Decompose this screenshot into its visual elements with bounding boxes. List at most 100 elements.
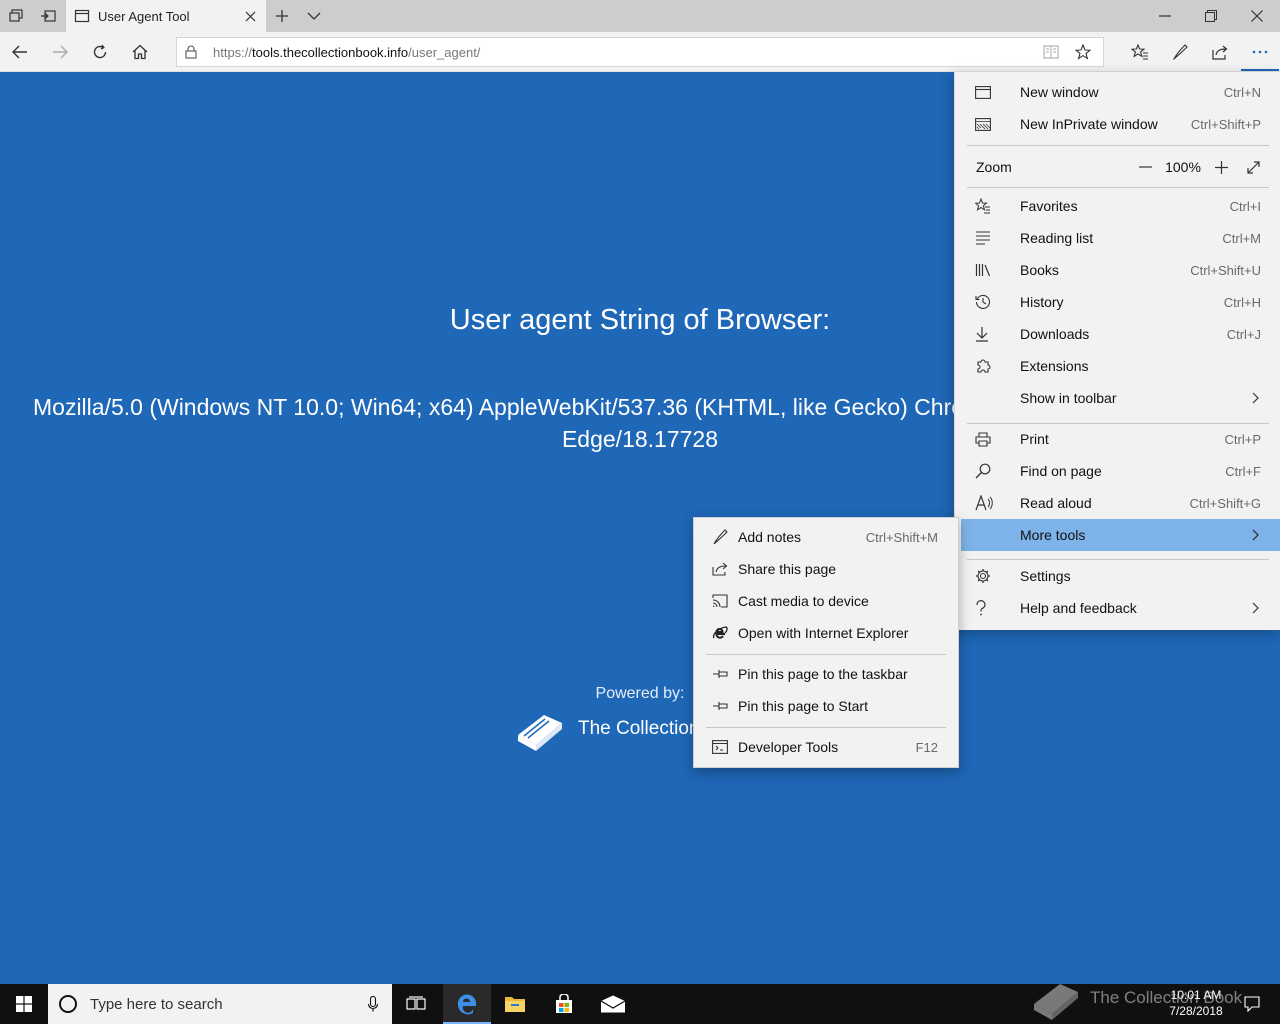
menu-separator [967, 187, 1269, 188]
add-to-favorites-star-icon[interactable] [1067, 38, 1099, 66]
mail-icon[interactable] [589, 984, 637, 1024]
tab-manager-icon[interactable] [0, 0, 32, 32]
zoom-out-minus-icon[interactable] [1129, 151, 1161, 183]
pin-icon [712, 701, 738, 711]
share-icon[interactable] [1200, 32, 1240, 72]
brand-name: The Collection [578, 718, 700, 739]
read-aloud-icon [975, 495, 1001, 511]
tab-preview-chevron-icon[interactable] [298, 0, 330, 32]
new-tab-icon[interactable] [266, 0, 298, 32]
book-logo-icon [518, 715, 562, 751]
menu-downloads[interactable]: Downloads Ctrl+J [955, 318, 1280, 350]
store-icon[interactable] [540, 984, 588, 1024]
menu-history[interactable]: History Ctrl+H [955, 286, 1280, 318]
extensions-puzzle-icon [975, 358, 1001, 374]
submenu-separator [706, 727, 946, 728]
submenu-pin-to-start[interactable]: Pin this page to Start [694, 690, 958, 722]
book-watermark-icon [1034, 984, 1078, 1020]
home-icon[interactable] [120, 32, 160, 72]
submenu-share-this-page[interactable]: Share this page [694, 553, 958, 585]
submenu-developer-tools[interactable]: Developer Tools F12 [694, 731, 958, 763]
taskbar-search-box[interactable]: Type here to search [48, 984, 392, 1024]
submenu-add-notes[interactable]: Add notes Ctrl+Shift+M [694, 521, 958, 553]
add-notes-pen-icon[interactable] [1160, 32, 1200, 72]
submenu-separator [706, 654, 946, 655]
pin-icon [712, 669, 738, 679]
watermark-logo: The Collection Book [1030, 974, 1242, 1022]
tab-strip: User Agent Tool [0, 0, 1280, 32]
powered-by-label: Powered by: [595, 685, 685, 702]
pen-icon [712, 529, 738, 545]
restore-icon[interactable] [1188, 0, 1234, 32]
zoom-level: 100% [1165, 159, 1201, 175]
gear-icon [975, 568, 1001, 584]
tab-title: User Agent Tool [98, 8, 190, 24]
find-search-icon [975, 463, 1001, 479]
full-screen-icon[interactable] [1237, 151, 1269, 183]
chevron-right-icon [1252, 529, 1259, 541]
address-bar[interactable]: https://tools.thecollectionbook.info/use… [176, 37, 1104, 67]
more-tools-submenu: Add notes Ctrl+Shift+M Share this page C… [693, 517, 959, 768]
refresh-icon[interactable] [80, 32, 120, 72]
chevron-right-icon [1252, 602, 1259, 614]
close-tab-icon[interactable] [234, 0, 266, 32]
brand-link[interactable]: The Collection [514, 705, 699, 753]
downloads-icon [975, 326, 1001, 342]
active-tab[interactable]: User Agent Tool [66, 0, 266, 32]
help-question-icon [975, 600, 1001, 616]
menu-separator [967, 145, 1269, 146]
zoom-in-plus-icon[interactable] [1205, 151, 1237, 183]
reading-view-icon[interactable] [1035, 38, 1067, 66]
search-placeholder: Type here to search [90, 995, 223, 1013]
menu-show-in-toolbar[interactable]: Show in toolbar [955, 382, 1280, 414]
menu-find-on-page[interactable]: Find on page Ctrl+F [955, 455, 1280, 487]
cortana-circle-icon [59, 995, 77, 1013]
reading-list-icon [975, 231, 1001, 245]
internet-explorer-icon [712, 625, 738, 641]
favorites-hub-icon[interactable] [1120, 32, 1160, 72]
books-icon [975, 263, 1001, 277]
lock-icon [185, 45, 197, 59]
favorites-icon [975, 198, 1001, 214]
browser-toolbar: https://tools.thecollectionbook.info/use… [0, 32, 1280, 72]
menu-zoom-row: Zoom 100% [955, 151, 1280, 183]
menu-books[interactable]: Books Ctrl+Shift+U [955, 254, 1280, 286]
submenu-cast-media[interactable]: Cast media to device [694, 585, 958, 617]
page-favicon-icon [74, 9, 90, 23]
menu-help-and-feedback[interactable]: Help and feedback [955, 592, 1280, 624]
history-icon [975, 294, 1001, 310]
developer-tools-icon [712, 740, 738, 754]
microphone-icon[interactable] [368, 996, 378, 1012]
start-windows-icon[interactable] [0, 984, 48, 1024]
menu-read-aloud[interactable]: Read aloud Ctrl+Shift+G [955, 487, 1280, 519]
print-icon [975, 431, 1001, 447]
back-icon[interactable] [0, 32, 40, 72]
share-icon [712, 562, 738, 576]
chevron-right-icon [1252, 392, 1259, 404]
set-tabs-aside-icon[interactable] [32, 0, 64, 32]
close-window-icon[interactable] [1234, 0, 1280, 32]
submenu-pin-to-taskbar[interactable]: Pin this page to the taskbar [694, 658, 958, 690]
submenu-open-with-ie[interactable]: Open with Internet Explorer [694, 617, 958, 649]
forward-icon[interactable] [40, 32, 80, 72]
user-agent-string-line1: Mozilla/5.0 (Windows NT 10.0; Win64; x64… [33, 394, 996, 420]
menu-print[interactable]: Print Ctrl+P [955, 423, 1280, 455]
menu-more-tools[interactable]: More tools [961, 519, 1280, 551]
task-view-icon[interactable] [392, 984, 440, 1024]
menu-new-inprivate-window[interactable]: New InPrivate window Ctrl+Shift+P [955, 108, 1280, 140]
menu-extensions[interactable]: Extensions [955, 350, 1280, 382]
settings-and-more-menu: New window Ctrl+N New InPrivate window C… [954, 72, 1280, 630]
settings-and-more-icon[interactable] [1240, 32, 1280, 72]
zoom-label: Zoom [976, 159, 1012, 175]
file-explorer-icon[interactable] [491, 984, 539, 1024]
cast-icon [712, 594, 738, 608]
menu-favorites[interactable]: Favorites Ctrl+I [955, 190, 1280, 222]
menu-settings[interactable]: Settings [955, 560, 1280, 592]
menu-new-window[interactable]: New window Ctrl+N [955, 76, 1280, 108]
edge-browser-icon[interactable] [443, 984, 491, 1024]
menu-reading-list[interactable]: Reading list Ctrl+M [955, 222, 1280, 254]
minimize-icon[interactable] [1142, 0, 1188, 32]
new-window-icon [975, 85, 1001, 99]
url-text[interactable]: https://tools.thecollectionbook.info/use… [213, 45, 480, 60]
inprivate-window-icon [975, 117, 1001, 131]
